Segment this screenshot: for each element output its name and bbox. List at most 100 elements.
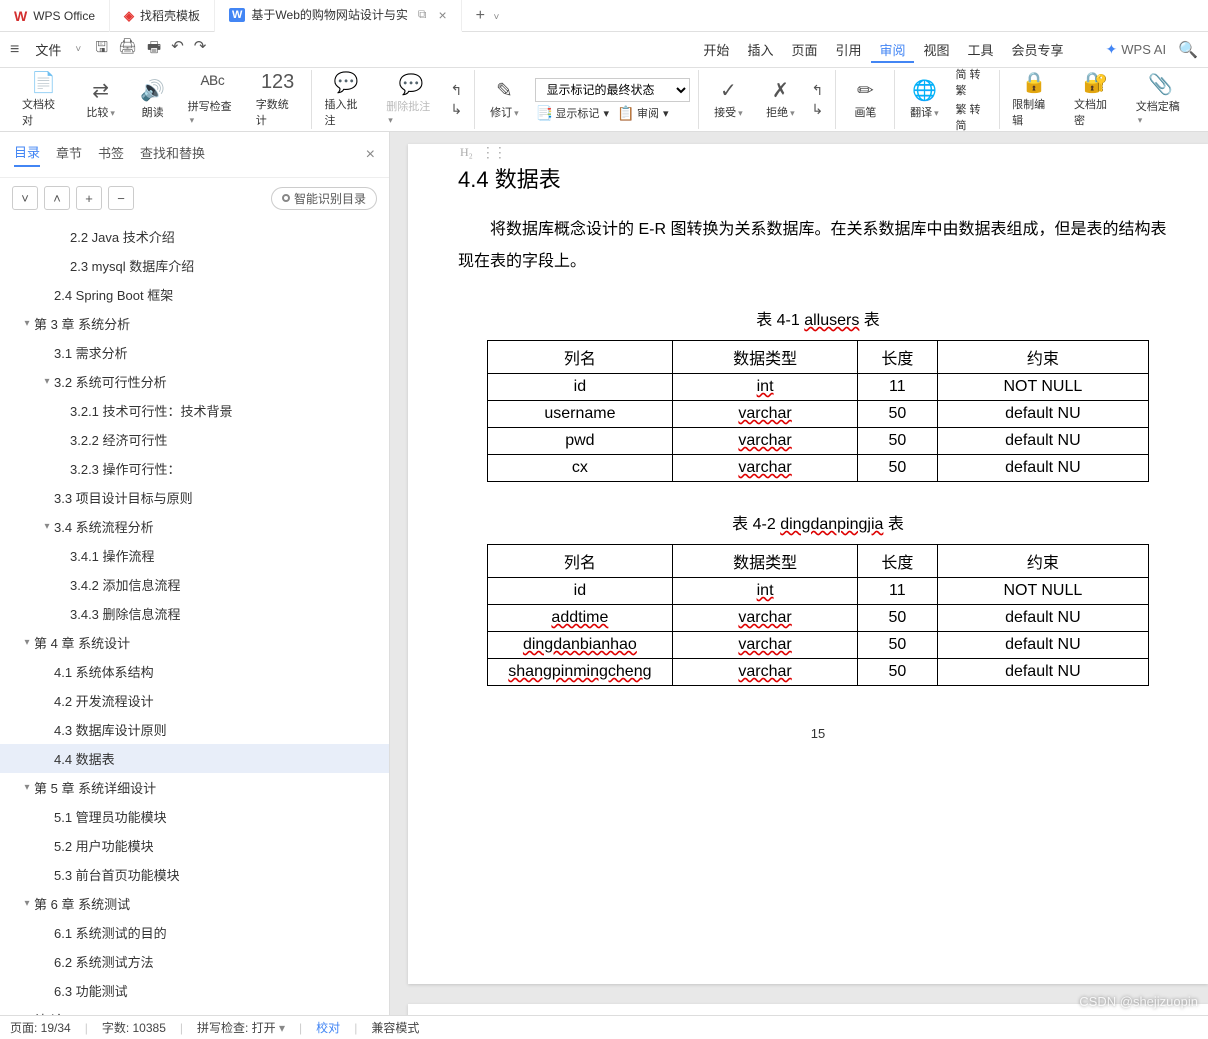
app-tab-template[interactable]: ◈ 找稻壳模板 [110, 0, 215, 32]
menu-member[interactable]: 会员专享 [1004, 36, 1072, 63]
expand-icon[interactable]: ▾ [20, 637, 34, 648]
prev-comment-button[interactable]: ↰ [450, 82, 466, 98]
expand-icon[interactable]: ▾ [20, 898, 34, 909]
accept-button[interactable]: ✓接受▾ [707, 75, 749, 124]
heading-style-hint[interactable]: H₂ ⋮⋮ [460, 144, 505, 161]
expand-all-button[interactable]: ˄ [44, 186, 70, 210]
toc-item[interactable]: 3.4.1 操作流程 [0, 541, 389, 570]
auto-detect-toc-button[interactable]: 智能识别目录 [271, 187, 377, 210]
review-pane-button[interactable]: 📋审阅▾ [617, 105, 669, 121]
wps-ai-button[interactable]: ✦ WPS AI [1106, 41, 1167, 58]
encrypt-doc-button[interactable]: 🔐文档加密 [1070, 67, 1122, 132]
toc-item[interactable]: 3.3 项目设计目标与原则 [0, 483, 389, 512]
toc-item[interactable]: ▾第 4 章 系统设计 [0, 628, 389, 657]
toc-item[interactable]: 2.3 mysql 数据库介绍 [0, 251, 389, 280]
menu-review[interactable]: 审阅 [871, 36, 913, 63]
chevron-down-icon[interactable]: ˅ [493, 12, 499, 23]
pen-button[interactable]: ✏画笔 [844, 75, 886, 124]
toc-item[interactable]: 6.2 系统测试方法 [0, 947, 389, 976]
toc-item[interactable]: 4.3 数据库设计原则 [0, 715, 389, 744]
trad-to-simp-button[interactable]: 繁 转简 [955, 101, 991, 133]
tab-toc[interactable]: 目录 [14, 142, 40, 167]
menu-start[interactable]: 开始 [695, 36, 737, 63]
toc-item[interactable]: ▾第 6 章 系统测试 [0, 889, 389, 918]
tab-chapters[interactable]: 章节 [56, 143, 82, 166]
expand-icon[interactable]: ▾ [20, 318, 34, 329]
toc-item[interactable]: 5.3 前台首页功能模块 [0, 860, 389, 889]
toc-item[interactable]: 6.3 功能测试 [0, 976, 389, 1005]
tab-find-replace[interactable]: 查找和替换 [140, 143, 205, 166]
search-icon[interactable]: 🔍 [1178, 40, 1198, 60]
print-preview-icon[interactable]: 🖶 [147, 37, 161, 62]
menu-view[interactable]: 视图 [916, 36, 958, 63]
next-change-button[interactable]: ↳ [811, 101, 827, 117]
toc-item[interactable]: 4.2 开发流程设计 [0, 686, 389, 715]
add-tab-button[interactable]: + ˅ [462, 7, 514, 25]
toc-item[interactable]: 4.4 数据表 [0, 744, 389, 773]
menu-reference[interactable]: 引用 [827, 36, 869, 63]
compare-button[interactable]: ⇄比较▾ [80, 75, 122, 124]
restrict-edit-button[interactable]: 🔒限制编辑 [1008, 67, 1060, 132]
toc-item[interactable]: 3.2.3 操作可行性： [0, 454, 389, 483]
toc-item[interactable]: 5.2 用户功能模块 [0, 831, 389, 860]
drag-handle-icon[interactable]: ⋮⋮ [481, 144, 505, 161]
undo-icon[interactable]: ↶ [171, 37, 184, 62]
toc-item[interactable]: 3.2.1 技术可行性：技术背景 [0, 396, 389, 425]
menu-tools[interactable]: 工具 [960, 36, 1002, 63]
spell-check-button[interactable]: ᴬᴮᶜ拼写检查▾ [184, 69, 242, 130]
hamburger-icon[interactable]: ≡ [10, 41, 19, 59]
remove-heading-button[interactable]: − [108, 186, 134, 210]
redo-icon[interactable]: ↷ [194, 37, 207, 62]
word-count-button[interactable]: 123字数统计 [252, 67, 304, 132]
prev-change-button[interactable]: ↰ [811, 82, 827, 98]
toc-item[interactable]: 2.2 Java 技术介绍 [0, 222, 389, 251]
toc-item[interactable]: 3.1 需求分析 [0, 338, 389, 367]
doc-proof-button[interactable]: 📄文档校对 [18, 67, 70, 132]
save-icon[interactable]: 🖫 [95, 37, 108, 62]
expand-icon[interactable]: ▸ [20, 1014, 34, 1015]
menu-insert[interactable]: 插入 [739, 36, 781, 63]
toc-item[interactable]: 3.4.3 删除信息流程 [0, 599, 389, 628]
add-heading-button[interactable]: + [76, 186, 102, 210]
toc-item[interactable]: ▸结 论 [0, 1005, 389, 1015]
expand-icon[interactable]: ▾ [20, 782, 34, 793]
document-area[interactable]: H₂ ⋮⋮ 4.4 数据表 将数据库概念设计的 E-R 图转换为关系数据库。在关… [390, 132, 1208, 1015]
toc-list[interactable]: 2.2 Java 技术介绍2.3 mysql 数据库介绍2.4 Spring B… [0, 218, 389, 1015]
toc-item[interactable]: ▾第 5 章 系统详细设计 [0, 773, 389, 802]
app-tab-wps[interactable]: W WPS Office [0, 0, 110, 32]
markup-view-select[interactable]: 显示标记的最终状态 [535, 78, 690, 102]
close-icon[interactable]: × [366, 146, 375, 164]
finalize-doc-button[interactable]: 📎文档定稿▾ [1132, 69, 1190, 130]
spellcheck-status[interactable]: 拼写检查: 打开 ▾ [197, 1019, 285, 1036]
detach-icon[interactable]: ⧉ [418, 7, 427, 22]
toc-item[interactable]: 3.2.2 经济可行性 [0, 425, 389, 454]
expand-icon[interactable]: ▾ [40, 376, 54, 387]
simp-to-trad-button[interactable]: 简 转繁 [955, 66, 991, 98]
print-icon[interactable]: 🖨 [118, 37, 137, 62]
expand-icon[interactable]: ▾ [40, 521, 54, 532]
file-menu[interactable]: 文件 [27, 36, 69, 63]
toc-item[interactable]: 5.1 管理员功能模块 [0, 802, 389, 831]
next-comment-button[interactable]: ↳ [450, 101, 466, 117]
word-count-indicator[interactable]: 字数: 10385 [102, 1019, 166, 1036]
insert-comment-button[interactable]: 💬插入批注 [320, 67, 372, 132]
toc-item[interactable]: ▾第 3 章 系统分析 [0, 309, 389, 338]
menu-page[interactable]: 页面 [783, 36, 825, 63]
app-tab-document[interactable]: W 基于Web的购物网站设计与实 ⧉ × [215, 0, 462, 32]
collapse-all-button[interactable]: ˅ [12, 186, 38, 210]
page-indicator[interactable]: 页面: 19/34 [10, 1019, 71, 1036]
tab-bookmarks[interactable]: 书签 [98, 143, 124, 166]
chevron-down-icon[interactable]: ˅ [75, 44, 81, 55]
show-markup-button[interactable]: 📑显示标记▾ [535, 105, 609, 121]
toc-item[interactable]: ▾3.4 系统流程分析 [0, 512, 389, 541]
reject-button[interactable]: ✗拒绝▾ [759, 75, 801, 124]
toc-item[interactable]: 2.4 Spring Boot 框架 [0, 280, 389, 309]
translate-button[interactable]: 🌐翻译▾ [903, 75, 945, 124]
track-changes-button[interactable]: ✎修订▾ [483, 75, 525, 124]
toc-item[interactable]: 6.1 系统测试的目的 [0, 918, 389, 947]
read-aloud-button[interactable]: 🔊朗读 [132, 75, 174, 124]
toc-item[interactable]: 3.4.2 添加信息流程 [0, 570, 389, 599]
proofing-link[interactable]: 校对 [316, 1019, 340, 1036]
toc-item[interactable]: 4.1 系统体系结构 [0, 657, 389, 686]
close-icon[interactable]: × [438, 7, 446, 23]
